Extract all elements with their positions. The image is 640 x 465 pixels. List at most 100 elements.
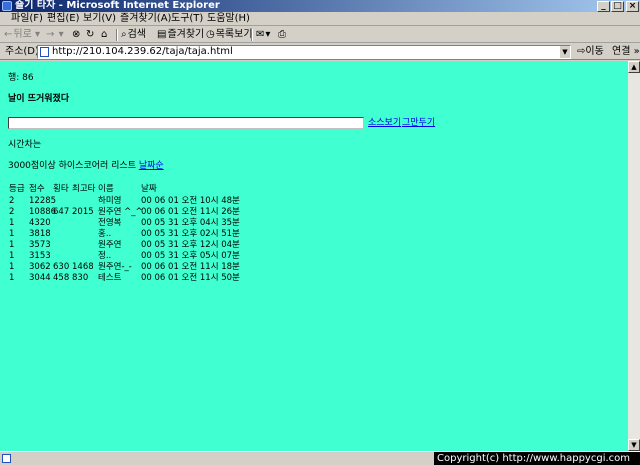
cell-date: 00 06 01 오전 10시 48분 [141,196,240,206]
back-button[interactable]: ←뒤로 ▾ [4,28,40,42]
refresh-button[interactable]: ↻ [86,28,95,42]
scroll-up-icon[interactable]: ▲ [628,61,640,73]
toolbar-separator [251,29,253,41]
mail-button[interactable]: ✉▾ [256,28,270,42]
cell-grade: 1 [9,273,15,283]
status-bar: Copyright(c) http://www.happycgi.com [0,451,640,465]
score-line: 행: 86 [8,73,34,83]
cell-date: 00 06 01 오전 11시 50분 [141,273,240,283]
cell-grade: 1 [9,218,15,228]
cell-name: 원주연 [98,240,122,250]
history-icon: ◷ [206,29,215,40]
close-button[interactable]: × [626,1,639,12]
cell-date: 00 05 31 오후 05시 07분 [141,251,240,261]
back-arrow-icon: ← [4,29,13,40]
menu-view[interactable]: 보기(V) [83,12,116,26]
cell-name: 홍.. [98,229,112,239]
page-icon [40,47,49,57]
forward-arrow-icon: → [46,29,55,40]
scroll-down-icon[interactable]: ▼ [628,439,640,451]
search-icon: ⌕ [121,29,127,40]
cell-score: 10886 [29,207,57,217]
cell-date: 00 06 01 오전 11시 18분 [141,262,240,272]
cell-score: 3062 [29,262,51,272]
ranking-title: 3000점이상 하이스코어러 리스트 날짜순 [8,161,164,171]
typing-input[interactable] [8,117,364,129]
page-icon [2,454,11,463]
cell-score: 3818 [29,229,51,239]
cell-name: 정.. [98,251,112,261]
vertical-scrollbar[interactable]: ▲ ▼ [628,61,640,451]
cell-best: 2015 [72,207,94,217]
cell-name: 원주연-_- [98,262,132,272]
cell-name: 테스트 [98,273,122,283]
header-score: 점수 [29,184,45,194]
home-icon: ⌂ [101,29,108,40]
cell-grade: 1 [9,229,15,239]
cell-score: 4320 [29,218,51,228]
window-titlebar[interactable]: 숄기 타자 - Microsoft Internet Explorer _ □ … [0,0,640,12]
dropdown-arrow-icon[interactable]: ▼ [559,46,570,58]
cell-grade: 1 [9,240,15,250]
cell-date: 00 06 01 오전 11시 26분 [141,207,240,217]
toolbar-separator [116,29,118,41]
history-button[interactable]: ◷목록보기 [206,28,253,42]
page-content: 행: 86 날이 뜨거워졌다 소스보기 그만두기 시간차는 3000점이상 하이… [0,61,628,451]
maximize-button[interactable]: □ [611,1,624,12]
links-button[interactable]: 연결 » [612,45,640,59]
header-miss: 횡타 [53,184,69,194]
address-url[interactable]: http://210.104.239.62/taja/taja.html [52,46,233,58]
favorites-button[interactable]: ▤즐겨찾기 [157,28,204,42]
mail-icon: ✉ [256,29,265,40]
favorites-icon: ▤ [157,29,167,40]
view-source-link[interactable]: 소스보기 [368,118,401,129]
cell-grade: 2 [9,207,15,217]
forward-button[interactable]: → ▾ [46,28,64,42]
cell-miss: 647 [53,207,70,217]
header-name: 이름 [98,184,114,194]
address-label: 주소(D) [5,46,39,57]
stop-button[interactable]: ⊗ [72,28,81,42]
cell-score: 12285 [29,196,57,206]
cell-date: 00 05 31 오후 02시 51분 [141,229,240,239]
menu-edit[interactable]: 편집(E) [47,12,80,26]
cell-name: 하미영 [98,196,122,206]
stop-icon: ⊗ [72,29,81,40]
standard-toolbar: ←뒤로 ▾ → ▾ ⊗ ↻ ⌂ ⌕검색 ▤즐겨찾기 ◷목록보기 ✉▾ ⎙ [0,27,640,43]
print-icon: ⎙ [278,29,286,40]
ie-logo-icon [2,1,12,11]
cell-best: 830 [72,273,89,283]
time-label: 시간차는 [8,140,42,150]
menu-help[interactable]: 도움말(H) [207,12,250,26]
menu-file[interactable]: 파일(F) [11,12,43,26]
cell-best: 1468 [72,262,94,272]
cell-date: 00 05 31 오후 04시 35분 [141,218,240,228]
cell-score: 3153 [29,251,51,261]
header-grade: 등급 [9,184,25,194]
cell-grade: 2 [9,196,15,206]
stop-link[interactable]: 그만두기 [402,118,435,129]
cell-date: 00 05 31 오후 12시 04분 [141,240,240,250]
address-bar: 주소(D) http://210.104.239.62/taja/taja.ht… [0,44,640,60]
cell-miss: 630 [53,262,70,272]
window-title: 숄기 타자 - Microsoft Internet Explorer [15,0,220,11]
cell-score: 3044 [29,273,51,283]
search-button[interactable]: ⌕검색 [121,28,146,42]
menu-tools[interactable]: 도구(T) [171,12,203,26]
sort-by-date-link[interactable]: 날짜순 [139,161,164,171]
copyright-banner: Copyright(c) http://www.happycgi.com [434,452,640,465]
header-date: 날짜 [141,184,157,194]
home-button[interactable]: ⌂ [101,28,108,42]
cell-grade: 1 [9,262,15,272]
print-button[interactable]: ⎙ [278,28,287,42]
address-input[interactable]: http://210.104.239.62/taja/taja.html ▼ [37,45,571,59]
refresh-icon: ↻ [86,29,95,40]
cell-name: 전영복 [98,218,122,228]
cell-miss: 458 [53,273,70,283]
minimize-button[interactable]: _ [597,1,610,12]
menu-favorites[interactable]: 즐겨찾기(A) [120,12,171,26]
cell-score: 3573 [29,240,51,250]
menu-bar: 파일(F) 편집(E) 보기(V) 즐겨찾기(A) 도구(T) 도움말(H) [0,12,640,26]
go-button[interactable]: ⇨이동 [577,45,604,59]
cell-name: 원주연 ^_^ [98,207,143,217]
